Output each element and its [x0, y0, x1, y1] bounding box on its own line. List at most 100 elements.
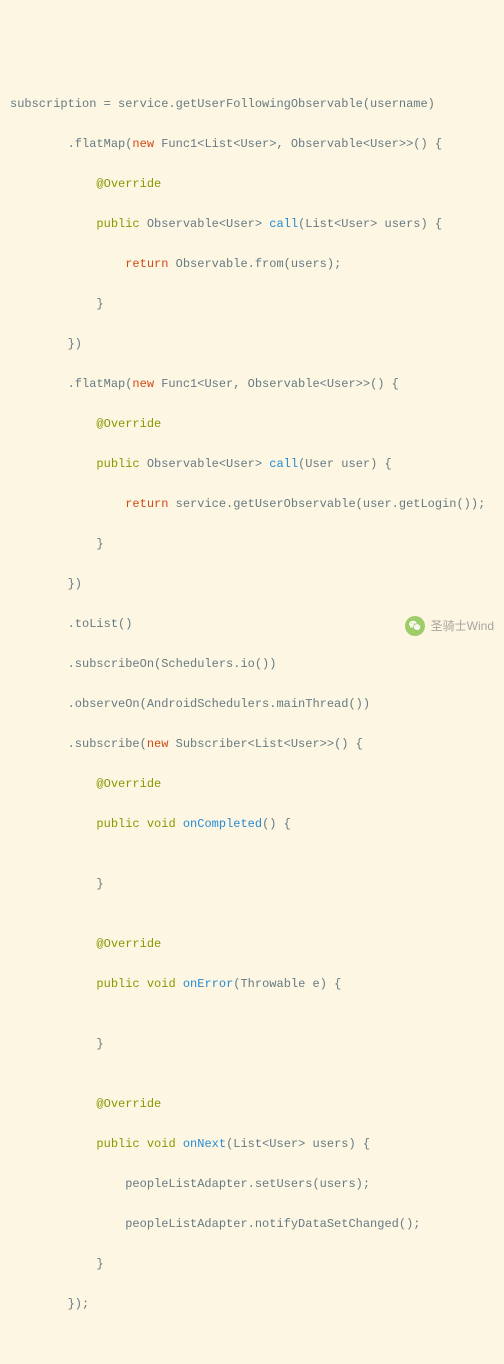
code-line: .subscribe(new Subscriber<List<User>>() …: [10, 734, 494, 754]
code-line: peopleListAdapter.notifyDataSetChanged()…: [10, 1214, 494, 1234]
code-text: Observable.from(users);: [168, 257, 341, 271]
code-text: [176, 977, 183, 991]
keyword-new: new: [132, 377, 154, 391]
code-text: [10, 417, 96, 431]
code-text: [176, 1137, 183, 1151]
annotation-override: @Override: [96, 417, 161, 431]
code-line: }: [10, 294, 494, 314]
code-text: (List<User> users) {: [298, 217, 442, 231]
code-line: @Override: [10, 174, 494, 194]
code-line: public void onError(Throwable e) {: [10, 974, 494, 994]
code-text: (Throwable e) {: [233, 977, 341, 991]
code-line: @Override: [10, 1094, 494, 1114]
code-text: }): [10, 337, 82, 351]
code-line: .observeOn(AndroidSchedulers.mainThread(…: [10, 694, 494, 714]
code-text: .flatMap(: [10, 377, 132, 391]
annotation-override: @Override: [96, 937, 161, 951]
code-line: public Observable<User> call(List<User> …: [10, 214, 494, 234]
code-line: }: [10, 874, 494, 894]
code-text: }: [10, 1257, 104, 1271]
code-text: [10, 177, 96, 191]
method-name: onNext: [183, 1137, 226, 1151]
method-name: onCompleted: [183, 817, 262, 831]
code-text: Observable<User>: [140, 457, 270, 471]
code-line: @Override: [10, 934, 494, 954]
code-text: [140, 817, 147, 831]
keyword-public: public: [96, 817, 139, 831]
code-line: return Observable.from(users);: [10, 254, 494, 274]
wechat-icon: [405, 616, 425, 636]
code-line: }): [10, 574, 494, 594]
annotation-override: @Override: [96, 777, 161, 791]
code-line: public Observable<User> call(User user) …: [10, 454, 494, 474]
keyword-void: void: [147, 1137, 176, 1151]
code-line: .flatMap(new Func1<User, Observable<User…: [10, 374, 494, 394]
method-name: call: [269, 217, 298, 231]
annotation-override: @Override: [96, 1097, 161, 1111]
code-line: public void onCompleted() {: [10, 814, 494, 834]
keyword-return: return: [125, 497, 168, 511]
code-text: }: [10, 1037, 104, 1051]
code-text: .observeOn(AndroidSchedulers.mainThread(…: [10, 697, 370, 711]
annotation-override: @Override: [96, 177, 161, 191]
code-line: subscription = service.getUserFollowingO…: [10, 94, 494, 114]
code-line: }: [10, 1034, 494, 1054]
method-name: call: [269, 457, 298, 471]
code-text: (User user) {: [298, 457, 392, 471]
code-text: [176, 817, 183, 831]
code-text: [10, 497, 125, 511]
code-text: [10, 777, 96, 791]
code-text: [140, 977, 147, 991]
keyword-void: void: [147, 977, 176, 991]
code-text: });: [10, 1297, 89, 1311]
code-text: .subscribe(: [10, 737, 147, 751]
keyword-return: return: [125, 257, 168, 271]
keyword-new: new: [147, 737, 169, 751]
watermark-text: 圣骑士Wind: [431, 616, 494, 636]
code-text: [10, 217, 96, 231]
code-line: peopleListAdapter.setUsers(users);: [10, 1174, 494, 1194]
code-text: }: [10, 877, 104, 891]
code-text: [10, 1097, 96, 1111]
code-text: [140, 1137, 147, 1151]
code-line: }): [10, 334, 494, 354]
code-line: });: [10, 1294, 494, 1314]
method-name: onError: [183, 977, 233, 991]
code-text: Func1<User, Observable<User>>() {: [154, 377, 399, 391]
code-text: [10, 817, 96, 831]
code-text: [10, 457, 96, 471]
code-text: [10, 977, 96, 991]
code-text: service.getUserObservable(user.getLogin(…: [168, 497, 485, 511]
code-text: [10, 1137, 96, 1151]
keyword-public: public: [96, 1137, 139, 1151]
code-text: () {: [262, 817, 291, 831]
keyword-void: void: [147, 817, 176, 831]
keyword-public: public: [96, 217, 139, 231]
code-text: [10, 257, 125, 271]
code-line: .subscribeOn(Schedulers.io()): [10, 654, 494, 674]
code-text: Func1<List<User>, Observable<User>>() {: [154, 137, 442, 151]
code-line: }: [10, 534, 494, 554]
code-text: (List<User> users) {: [226, 1137, 370, 1151]
code-text: peopleListAdapter.notifyDataSetChanged()…: [10, 1217, 420, 1231]
code-line: @Override: [10, 774, 494, 794]
code-text: subscription = service.getUserFollowingO…: [10, 97, 435, 111]
code-text: }: [10, 297, 104, 311]
code-line: @Override: [10, 414, 494, 434]
keyword-public: public: [96, 977, 139, 991]
code-text: Subscriber<List<User>>() {: [168, 737, 362, 751]
code-text: peopleListAdapter.setUsers(users);: [10, 1177, 370, 1191]
code-text: .flatMap(: [10, 137, 132, 151]
code-text: Observable<User>: [140, 217, 270, 231]
code-text: .toList(): [10, 617, 132, 631]
code-line: }: [10, 1254, 494, 1274]
watermark: 圣骑士Wind: [405, 616, 494, 636]
code-line: public void onNext(List<User> users) {: [10, 1134, 494, 1154]
code-text: }): [10, 577, 82, 591]
code-text: }: [10, 537, 104, 551]
code-text: [10, 937, 96, 951]
code-text: .subscribeOn(Schedulers.io()): [10, 657, 276, 671]
code-line: .flatMap(new Func1<List<User>, Observabl…: [10, 134, 494, 154]
code-line: return service.getUserObservable(user.ge…: [10, 494, 494, 514]
keyword-new: new: [132, 137, 154, 151]
